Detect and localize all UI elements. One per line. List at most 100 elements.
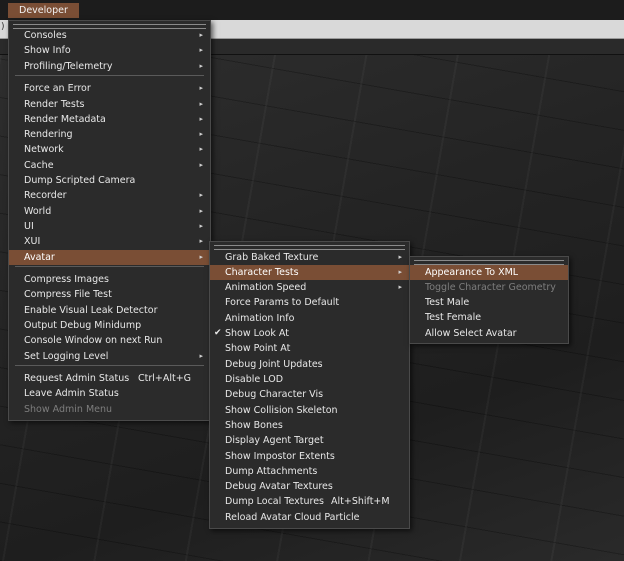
menu-bar: Developer [0, 0, 624, 20]
menu-item-debug-avatar-textures[interactable]: Debug Avatar Textures [210, 479, 409, 494]
menu-item-ui[interactable]: UI ▸ [9, 219, 210, 234]
menu-item-test-male[interactable]: Test Male [410, 295, 568, 310]
menu-item-label: Request Admin Status [24, 373, 130, 384]
menu-item-label: Disable LOD [225, 374, 284, 385]
submenu-arrow-icon: ▸ [398, 268, 402, 276]
submenu-arrow-icon: ▸ [398, 283, 402, 291]
menu-item-toggle-character-geometry[interactable]: Toggle Character Geometry [410, 280, 568, 295]
menu-item-label: Animation Speed [225, 282, 307, 293]
menu-item-recorder[interactable]: Recorder ▸ [9, 188, 210, 203]
menu-item-label: Display Agent Target [225, 435, 324, 446]
menu-item-label: Character Tests [225, 267, 299, 278]
submenu-arrow-icon: ▸ [199, 115, 203, 123]
menu-item-label: Force an Error [24, 83, 91, 94]
menu-item-display-agent-target[interactable]: Display Agent Target [210, 433, 409, 448]
menu-item-show-impostor-extents[interactable]: Show Impostor Extents [210, 449, 409, 464]
menu-item-console-window-on-next-run[interactable]: Console Window on next Run [9, 333, 210, 348]
menu-item-rendering[interactable]: Rendering ▸ [9, 127, 210, 142]
menu-item-consoles[interactable]: Consoles ▸ [9, 28, 210, 43]
menu-separator [15, 365, 204, 366]
menu-item-dump-scripted-camera[interactable]: Dump Scripted Camera [9, 173, 210, 188]
menu-item-label: Enable Visual Leak Detector [24, 305, 158, 316]
menu-item-label: XUI [24, 236, 41, 247]
menu-item-reload-avatar-cloud-particle[interactable]: Reload Avatar Cloud Particle [210, 510, 409, 525]
menu-item-render-tests[interactable]: Render Tests ▸ [9, 97, 210, 112]
menu-item-label: Force Params to Default [225, 297, 340, 308]
submenu-arrow-icon: ▸ [199, 253, 203, 261]
menu-item-label: Compress Images [24, 274, 109, 285]
menu-item-label: Cache [24, 160, 54, 171]
submenu-arrow-icon: ▸ [199, 207, 203, 215]
menu-item-show-bones[interactable]: Show Bones [210, 418, 409, 433]
menu-item-enable-visual-leak-detector[interactable]: Enable Visual Leak Detector [9, 303, 210, 318]
menu-separator [15, 266, 204, 267]
menu-item-show-admin-menu[interactable]: Show Admin Menu [9, 402, 210, 417]
menu-item-force-an-error[interactable]: Force an Error ▸ [9, 81, 210, 96]
menu-item-label: Set Logging Level [24, 351, 109, 362]
menu-item-label: Allow Select Avatar [425, 328, 517, 339]
submenu-arrow-icon: ▸ [199, 62, 203, 70]
menu-item-label: Show Admin Menu [24, 404, 113, 415]
menu-item-label: Console Window on next Run [24, 335, 163, 346]
menu-item-dump-attachments[interactable]: Dump Attachments [210, 464, 409, 479]
menu-item-label: Reload Avatar Cloud Particle [225, 512, 360, 523]
menu-item-label: Grab Baked Texture [225, 252, 319, 263]
menu-item-appearance-to-xml[interactable]: Appearance To XML [410, 265, 568, 280]
menu-item-label: Recorder [24, 190, 67, 201]
menu-item-label: Avatar [24, 252, 55, 263]
menu-item-label: Network [24, 144, 64, 155]
submenu-arrow-icon: ▸ [199, 237, 203, 245]
menu-item-debug-character-vis[interactable]: Debug Character Vis [210, 387, 409, 402]
submenu-arrow-icon: ▸ [199, 31, 203, 39]
menu-item-animation-speed[interactable]: Animation Speed ▸ [210, 280, 409, 295]
menu-item-label: Debug Joint Updates [225, 359, 323, 370]
menu-item-output-debug-minidump[interactable]: Output Debug Minidump [9, 318, 210, 333]
shortcut-label: Ctrl+Alt+G [138, 373, 192, 384]
menu-item-label: Render Tests [24, 99, 85, 110]
menu-item-label: Show Info [24, 45, 71, 56]
menu-item-cache[interactable]: Cache ▸ [9, 158, 210, 173]
submenu-arrow-icon: ▸ [199, 130, 203, 138]
menu-item-label: Toggle Character Geometry [425, 282, 556, 293]
menu-item-set-logging-level[interactable]: Set Logging Level ▸ [9, 349, 210, 364]
menu-item-label: Test Male [425, 297, 470, 308]
menu-item-show-look-at[interactable]: ✔ Show Look At [210, 326, 409, 341]
menu-item-label: Appearance To XML [425, 267, 519, 278]
submenu-arrow-icon: ▸ [199, 84, 203, 92]
menu-item-compress-images[interactable]: Compress Images [9, 272, 210, 287]
menu-item-disable-lod[interactable]: Disable LOD [210, 372, 409, 387]
menu-item-show-collision-skeleton[interactable]: Show Collision Skeleton [210, 403, 409, 418]
menu-item-render-metadata[interactable]: Render Metadata ▸ [9, 112, 210, 127]
menu-item-label: Render Metadata [24, 114, 106, 125]
submenu-arrow-icon: ▸ [199, 161, 203, 169]
menu-item-label: Dump Scripted Camera [24, 175, 136, 186]
menu-item-allow-select-avatar[interactable]: Allow Select Avatar [410, 326, 568, 341]
menu-item-label: Output Debug Minidump [24, 320, 142, 331]
submenu-arrow-icon: ▸ [199, 100, 203, 108]
menu-item-label: Dump Attachments [225, 466, 318, 477]
menu-item-avatar[interactable]: Avatar ▸ [9, 250, 210, 265]
menu-item-dump-local-textures[interactable]: Dump Local Textures Alt+Shift+M [210, 494, 409, 509]
menu-item-show-info[interactable]: Show Info ▸ [9, 43, 210, 58]
menu-item-label: Show Collision Skeleton [225, 405, 338, 416]
menu-item-compress-file-test[interactable]: Compress File Test [9, 287, 210, 302]
menu-item-leave-admin-status[interactable]: Leave Admin Status [9, 386, 210, 401]
menu-item-force-params-to-default[interactable]: Force Params to Default [210, 295, 409, 310]
submenu-arrow-icon: ▸ [398, 253, 402, 261]
menu-item-animation-info[interactable]: Animation Info [210, 311, 409, 326]
menu-item-grab-baked-texture[interactable]: Grab Baked Texture ▸ [210, 250, 409, 265]
toolbar-fragment: ) [1, 22, 5, 32]
menu-item-request-admin-status[interactable]: Request Admin Status Ctrl+Alt+G [9, 371, 210, 386]
menu-item-profiling-telemetry[interactable]: Profiling/Telemetry ▸ [9, 59, 210, 74]
menu-item-label: Dump Local Textures [225, 496, 325, 507]
menu-item-label: Animation Info [225, 313, 295, 324]
menu-item-network[interactable]: Network ▸ [9, 142, 210, 157]
menu-item-debug-joint-updates[interactable]: Debug Joint Updates [210, 357, 409, 372]
menu-item-xui[interactable]: XUI ▸ [9, 234, 210, 249]
menu-item-label: Show Impostor Extents [225, 451, 335, 462]
menu-item-character-tests[interactable]: Character Tests ▸ [210, 265, 409, 280]
menu-item-world[interactable]: World ▸ [9, 204, 210, 219]
menu-item-test-female[interactable]: Test Female [410, 310, 568, 325]
menu-item-show-point-at[interactable]: Show Point At [210, 341, 409, 356]
developer-menu-title[interactable]: Developer [8, 3, 79, 18]
